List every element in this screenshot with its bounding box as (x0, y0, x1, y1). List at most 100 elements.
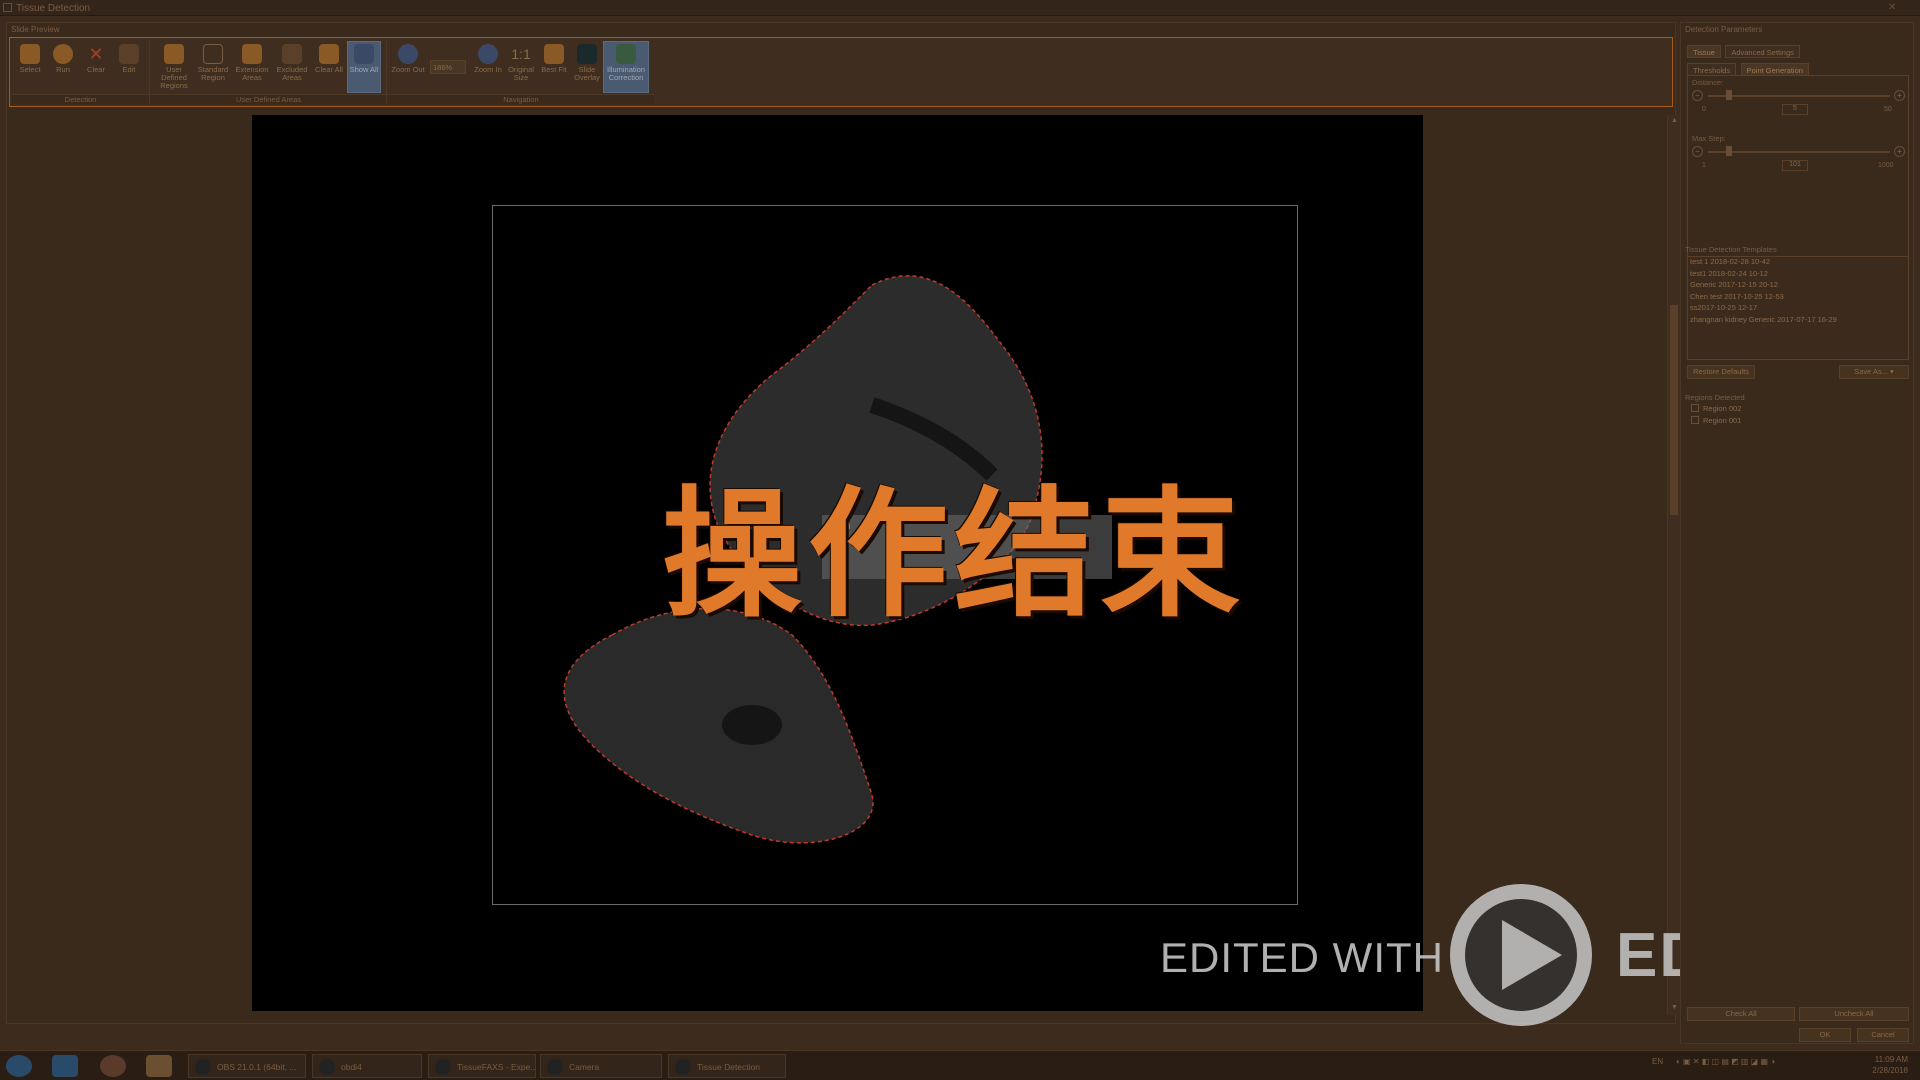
internet-explorer-icon[interactable] (52, 1055, 78, 1077)
distance-slider-knob[interactable] (1726, 90, 1733, 100)
ribbon-group-detection: Select Run ✕ Clear Edit Detection (12, 40, 150, 104)
region-row[interactable]: Region 001 (1687, 416, 1909, 428)
illumination-correction-button[interactable]: Illumination Correction (603, 41, 649, 93)
zoom-out-label: Zoom Out (391, 65, 425, 74)
edit-label: Edit (122, 65, 136, 74)
save-as-button[interactable]: Save As... ▾ (1839, 365, 1909, 379)
scroll-up-icon[interactable]: ▲ (1670, 117, 1679, 126)
region-label: Region 001 (1703, 416, 1742, 425)
template-item[interactable]: zhangnan kidney Generic 2017-07-17 16-29 (1688, 315, 1908, 327)
zoom-in-button[interactable]: Zoom In (472, 42, 504, 92)
save-as-label: Save As... (1854, 367, 1888, 376)
template-item[interactable]: Chen test 2017-10-25 12-53 (1688, 292, 1908, 304)
standard-region-button[interactable]: Standard Region (197, 42, 229, 92)
close-icon[interactable]: ✕ (1888, 2, 1902, 13)
distance-slider-track[interactable] (1708, 95, 1890, 97)
taskbar: OBS 21.0.1 (64bit, ... obdi4 TissueFAXS - … (0, 1050, 1920, 1080)
window-title: Tissue Detection (16, 3, 91, 14)
tab-tissue[interactable]: Tissue (1687, 45, 1721, 58)
best-fit-icon (544, 44, 564, 64)
file-explorer-icon[interactable] (146, 1055, 172, 1077)
taskbar-app-icon (547, 1059, 563, 1075)
tissue-detection-window: Tissue Detection ✕ Slide Preview Select … (0, 0, 1920, 1050)
restore-defaults-button[interactable]: Restore Defaults (1687, 365, 1755, 379)
app-icon (3, 3, 12, 12)
user-defined-areas-group-label: User Defined Areas (151, 94, 386, 104)
play-triangle-icon (1465, 899, 1577, 1011)
template-item[interactable]: test 1 2018-02-28 10-42 (1688, 257, 1908, 269)
taskbar-item[interactable]: Tissue Detection (668, 1054, 786, 1078)
system-clock[interactable]: 11:09 AM 2/28/2018 (1872, 1054, 1908, 1076)
regions-detected-title: Regions Detected (1685, 393, 1745, 402)
region-checkbox[interactable] (1691, 416, 1699, 424)
max-step-value-field[interactable]: 101 (1782, 160, 1808, 171)
zoom-out-icon (398, 44, 418, 64)
templates-list[interactable]: test 1 2018-02-28 10-42 test1 2018-02-24 … (1687, 256, 1909, 360)
taskbar-item[interactable]: obdi4 (312, 1054, 422, 1078)
clear-all-icon (319, 44, 339, 64)
select-label: Select (19, 65, 41, 74)
run-button[interactable]: Run (47, 42, 79, 92)
scrollbar-thumb[interactable] (1670, 305, 1678, 515)
region-label: Region 002 (1703, 404, 1742, 413)
show-all-button[interactable]: Show All (347, 41, 381, 93)
region-row[interactable]: Region 002 (1687, 404, 1909, 416)
taskbar-item[interactable]: Camera (540, 1054, 662, 1078)
max-step-increase-icon[interactable]: + (1894, 146, 1905, 157)
zoom-level-field[interactable]: 186% (430, 60, 466, 74)
overlay-caption: 操作结束 (662, 473, 1247, 637)
illumination-correction-label: Illumination Correction (607, 65, 645, 82)
check-all-button[interactable]: Check All (1687, 1007, 1795, 1021)
select-icon (20, 44, 40, 64)
distance-value-field[interactable]: 5 (1782, 104, 1808, 115)
max-step-decrease-icon[interactable]: − (1692, 146, 1703, 157)
user-defined-regions-button[interactable]: User Defined Regions (153, 42, 195, 92)
illumination-correction-icon (616, 44, 636, 64)
start-button-icon[interactable] (6, 1055, 32, 1077)
template-item[interactable]: ss2017-10-25 12-17 (1688, 303, 1908, 315)
slide-preview-label: Slide Preview (11, 25, 60, 34)
clock-time: 11:09 AM (1874, 1055, 1908, 1064)
select-button[interactable]: Select (14, 42, 46, 92)
region-checkbox[interactable] (1691, 404, 1699, 412)
zoom-in-icon (478, 44, 498, 64)
max-step-slider-knob[interactable] (1726, 146, 1733, 156)
slide-viewport[interactable]: Run 操作结束 (252, 115, 1423, 1011)
tray-icons[interactable]: ◐ ▣ ✕ ◧ ◫ ▤ ◩ ▥ ◪ ▦ ◑ (1676, 1057, 1775, 1066)
max-step-slider-track[interactable] (1708, 151, 1890, 153)
edit-button[interactable]: Edit (113, 42, 145, 92)
tab-advanced-settings[interactable]: Advanced Settings (1725, 45, 1800, 58)
original-size-button[interactable]: 1:1 Original Size (505, 42, 537, 92)
language-indicator[interactable]: EN (1652, 1057, 1663, 1066)
point-generation-box: Distance: − + 0 5 50 Max Step: − + 1 101… (1687, 75, 1909, 260)
distance-decrease-icon[interactable]: − (1692, 90, 1703, 101)
play-logo-icon (1450, 884, 1592, 1026)
slide-overlay-button[interactable]: Slide Overlay (571, 42, 603, 92)
clear-button[interactable]: ✕ Clear (80, 42, 112, 92)
detection-group-label: Detection (12, 94, 149, 104)
zoom-out-button[interactable]: Zoom Out (390, 42, 426, 92)
excluded-areas-button[interactable]: Excluded Areas (273, 42, 311, 92)
taskbar-item[interactable]: OBS 21.0.1 (64bit, ... (188, 1054, 306, 1078)
clear-all-button[interactable]: Clear All (313, 42, 345, 92)
template-item[interactable]: Generic 2017-12-15 20-12 (1688, 280, 1908, 292)
ok-button[interactable]: OK (1799, 1028, 1851, 1042)
extension-areas-button[interactable]: Extension Areas (233, 42, 271, 92)
taskbar-item-label: Camera (569, 1062, 600, 1072)
template-item[interactable]: test1 2018-02-24 10-12 (1688, 269, 1908, 281)
navigation-group-label: Navigation (388, 94, 654, 104)
distance-increase-icon[interactable]: + (1894, 90, 1905, 101)
original-size-label: Original Size (508, 65, 534, 82)
run-icon (53, 44, 73, 64)
run-label: Run (56, 65, 70, 74)
taskbar-app-icon (319, 1059, 335, 1075)
distance-min: 0 (1702, 106, 1706, 113)
taskbar-app-icon (675, 1059, 691, 1075)
extension-areas-icon (242, 44, 262, 64)
uncheck-all-button[interactable]: Uncheck All (1799, 1007, 1909, 1021)
main-tabs: Tissue Advanced Settings (1687, 45, 1802, 58)
chrome-icon[interactable] (100, 1055, 126, 1077)
best-fit-button[interactable]: Best Fit (538, 42, 570, 92)
cancel-button[interactable]: Cancel (1857, 1028, 1909, 1042)
taskbar-item[interactable]: TissueFAXS - Expe... (428, 1054, 536, 1078)
